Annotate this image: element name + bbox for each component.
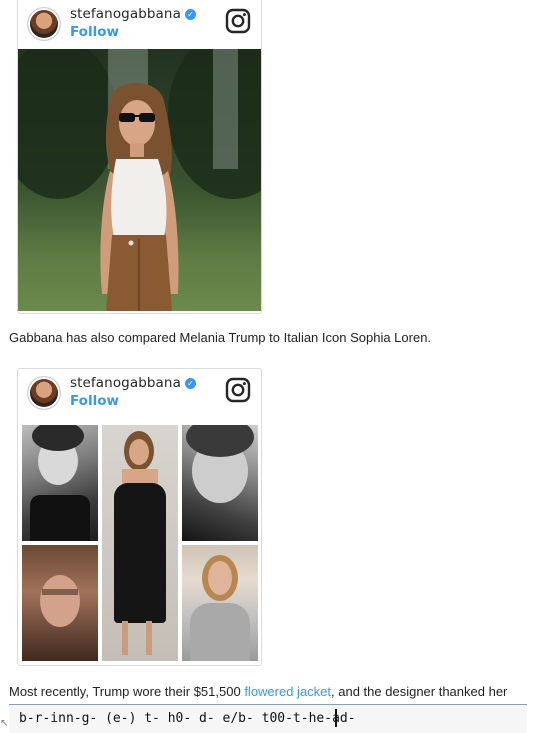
collage-photo (102, 425, 178, 661)
text-cursor (335, 709, 337, 727)
post-header: stefanogabbana ✓ Follow (18, 0, 261, 54)
article-paragraph: Gabbana has also compared Melania Trump … (9, 330, 432, 345)
resize-handle-icon[interactable]: ↖ (0, 718, 8, 732)
username[interactable]: stefanogabbana (70, 375, 181, 391)
post-header: stefanogabbana ✓ Follow (18, 369, 261, 423)
collage-photo (182, 425, 258, 541)
collage-photo (22, 545, 98, 661)
flowered-jacket-link[interactable]: flowered jacket (244, 684, 331, 699)
verified-badge-icon: ✓ (184, 9, 196, 20)
post-photo-collage[interactable] (22, 425, 258, 661)
photo-subject (100, 82, 179, 311)
instagram-icon[interactable] (225, 8, 251, 34)
instagram-embed-card-1: stefanogabbana ✓ Follow (17, 0, 262, 314)
follow-button[interactable]: Follow (70, 393, 119, 409)
paragraph-text: Most recently, Trump wore their $51,500 (9, 684, 245, 699)
follow-button[interactable]: Follow (70, 24, 119, 40)
instagram-icon[interactable] (225, 377, 251, 403)
paragraph-text: , and the designer thanked her (331, 684, 508, 699)
ticker-bar[interactable]: b-r-inn-g- (e-) t- h0- d- e/b- t00-t-he-… (9, 704, 527, 733)
username[interactable]: stefanogabbana (70, 6, 181, 22)
username-row[interactable]: stefanogabbana ✓ (70, 375, 196, 391)
profile-avatar[interactable] (28, 377, 60, 409)
instagram-embed-card-2: stefanogabbana ✓ Follow (17, 368, 262, 666)
ticker-text: b-r-inn-g- (e-) t- h0- d- e/b- t00-t-he-… (19, 711, 356, 726)
username-row[interactable]: stefanogabbana ✓ (70, 6, 196, 22)
article-paragraph: Most recently, Trump wore their $51,500 … (9, 684, 507, 699)
post-photo[interactable] (18, 49, 261, 311)
collage-photo (22, 425, 98, 541)
profile-avatar[interactable] (28, 8, 60, 40)
collage-photo (182, 545, 258, 661)
verified-badge-icon: ✓ (184, 378, 196, 389)
